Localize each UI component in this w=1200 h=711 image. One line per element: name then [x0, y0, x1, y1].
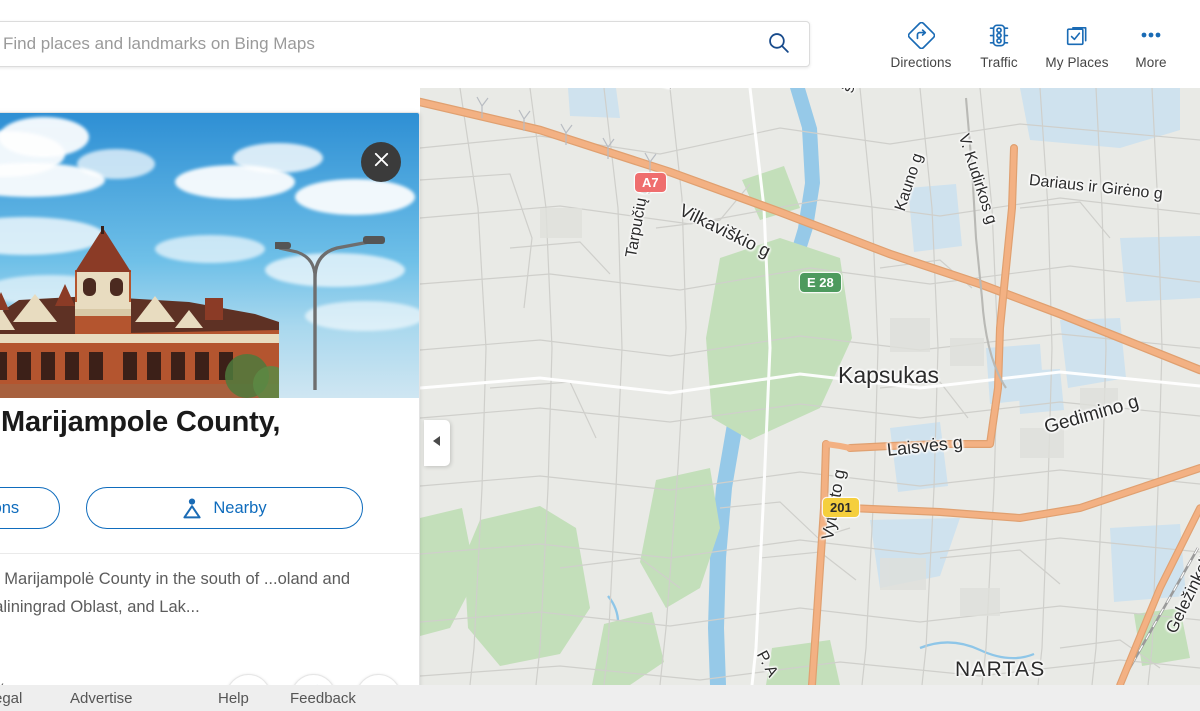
place-title: Marijampole County, [1, 406, 281, 438]
footer-link-advertise[interactable]: Advertise [70, 690, 133, 707]
chevron-left-icon [432, 434, 442, 452]
place-info-card: Marijampole County, Directions Nearby ..… [0, 112, 420, 698]
header-bar: Directions [0, 0, 1200, 88]
bing-maps-app: Directions [0, 0, 1200, 711]
toolbar-item-directions[interactable]: Directions [882, 14, 960, 70]
map-canvas[interactable]: Mok šaulų g Vilkaviškio g Tarpučių g Kau… [420, 88, 1200, 685]
place-hero-image [0, 113, 419, 398]
map-vector [420, 88, 1200, 685]
traffic-light-icon [986, 18, 1012, 52]
footer-bar: egal Advertise Help Feedback [0, 685, 1200, 711]
toolbar-item-my-places[interactable]: My Places [1038, 14, 1116, 70]
collapse-panel-handle[interactable] [424, 420, 450, 466]
search-button[interactable] [747, 22, 809, 66]
my-places-icon [1064, 18, 1090, 52]
footer-link-legal[interactable]: egal [0, 690, 22, 707]
search-box[interactable] [0, 21, 810, 67]
toolbar-label-traffic: Traffic [980, 55, 1018, 70]
close-card-button[interactable] [361, 142, 401, 182]
toolbar-label-my-places: My Places [1045, 55, 1109, 70]
toolbar-item-more[interactable]: More [1116, 14, 1186, 70]
place-action-row: Directions Nearby [0, 487, 363, 529]
toolbar-label-more: More [1135, 55, 1167, 70]
street-lamp-illustration [275, 236, 385, 390]
directions-button[interactable]: Directions [0, 487, 60, 529]
toolbar-item-traffic[interactable]: Traffic [960, 14, 1038, 70]
card-divider [0, 553, 419, 554]
close-icon [372, 150, 391, 174]
search-input[interactable] [0, 22, 747, 66]
footer-link-help[interactable]: Help [218, 690, 249, 707]
nearby-button[interactable]: Nearby [86, 487, 363, 529]
toolbar-label-directions: Directions [890, 55, 952, 70]
place-description: ...ital of the Marijampolė County in the… [0, 570, 351, 616]
nearby-pin-icon [182, 498, 202, 519]
ellipsis-icon [1137, 18, 1165, 52]
nearby-pill-label: Nearby [213, 498, 267, 517]
building-illustration [0, 226, 279, 398]
directions-pill-label: Directions [0, 498, 20, 517]
directions-icon [907, 18, 935, 52]
header-toolbar: Directions Traffic My Places More [882, 14, 1186, 78]
footer-link-feedback[interactable]: Feedback [290, 690, 356, 707]
search-icon [766, 30, 791, 58]
